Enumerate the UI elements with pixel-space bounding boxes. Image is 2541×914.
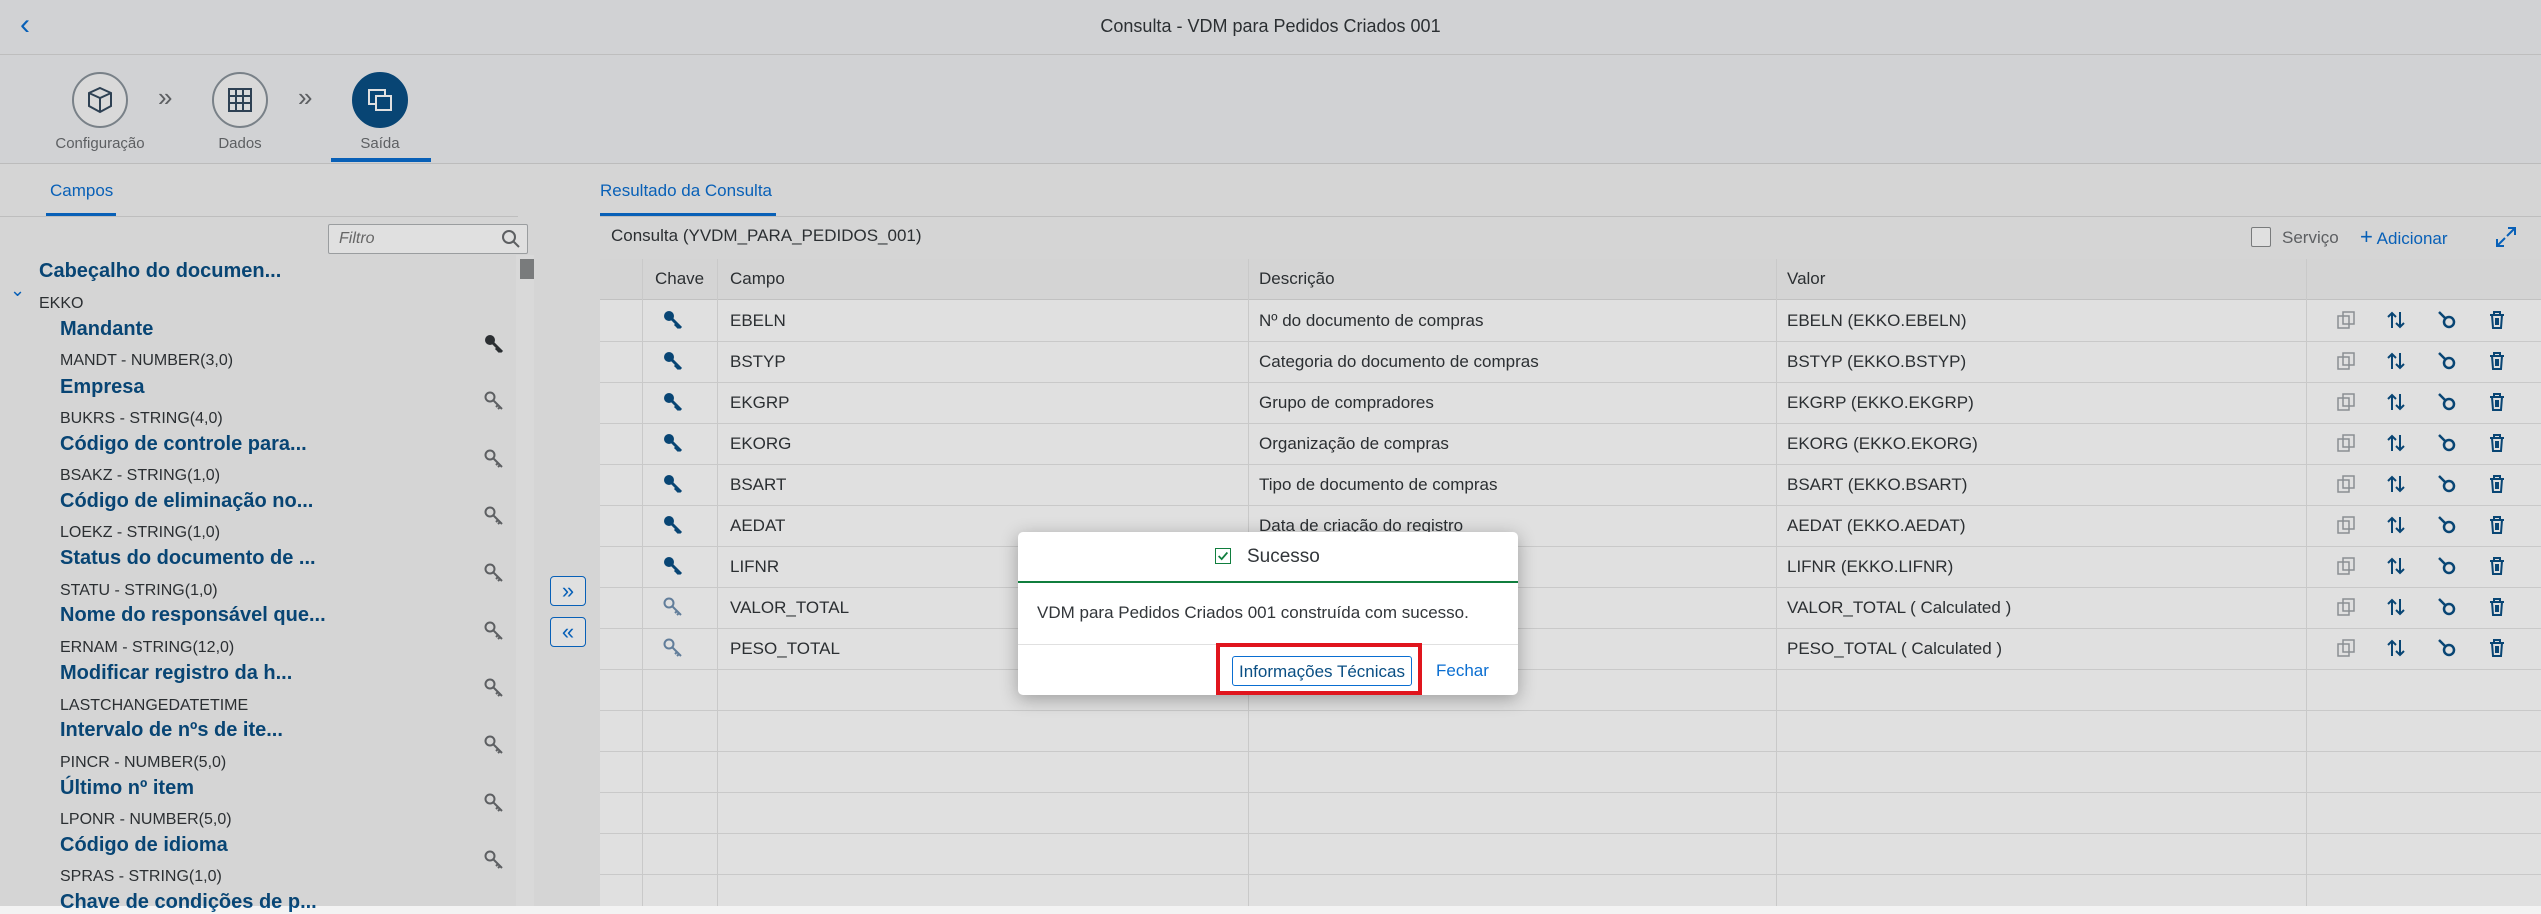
dialog-message: VDM para Pedidos Criados 001 construída …: [1037, 603, 1469, 622]
modal-overlay: [0, 0, 2541, 906]
dialog-title: Sucesso: [1247, 546, 1320, 567]
highlight-box: [1216, 643, 1422, 695]
checkbox-checked-icon: [1215, 548, 1231, 564]
dialog-header: Sucesso: [1018, 532, 1518, 583]
close-button[interactable]: Fechar: [1436, 661, 1489, 681]
